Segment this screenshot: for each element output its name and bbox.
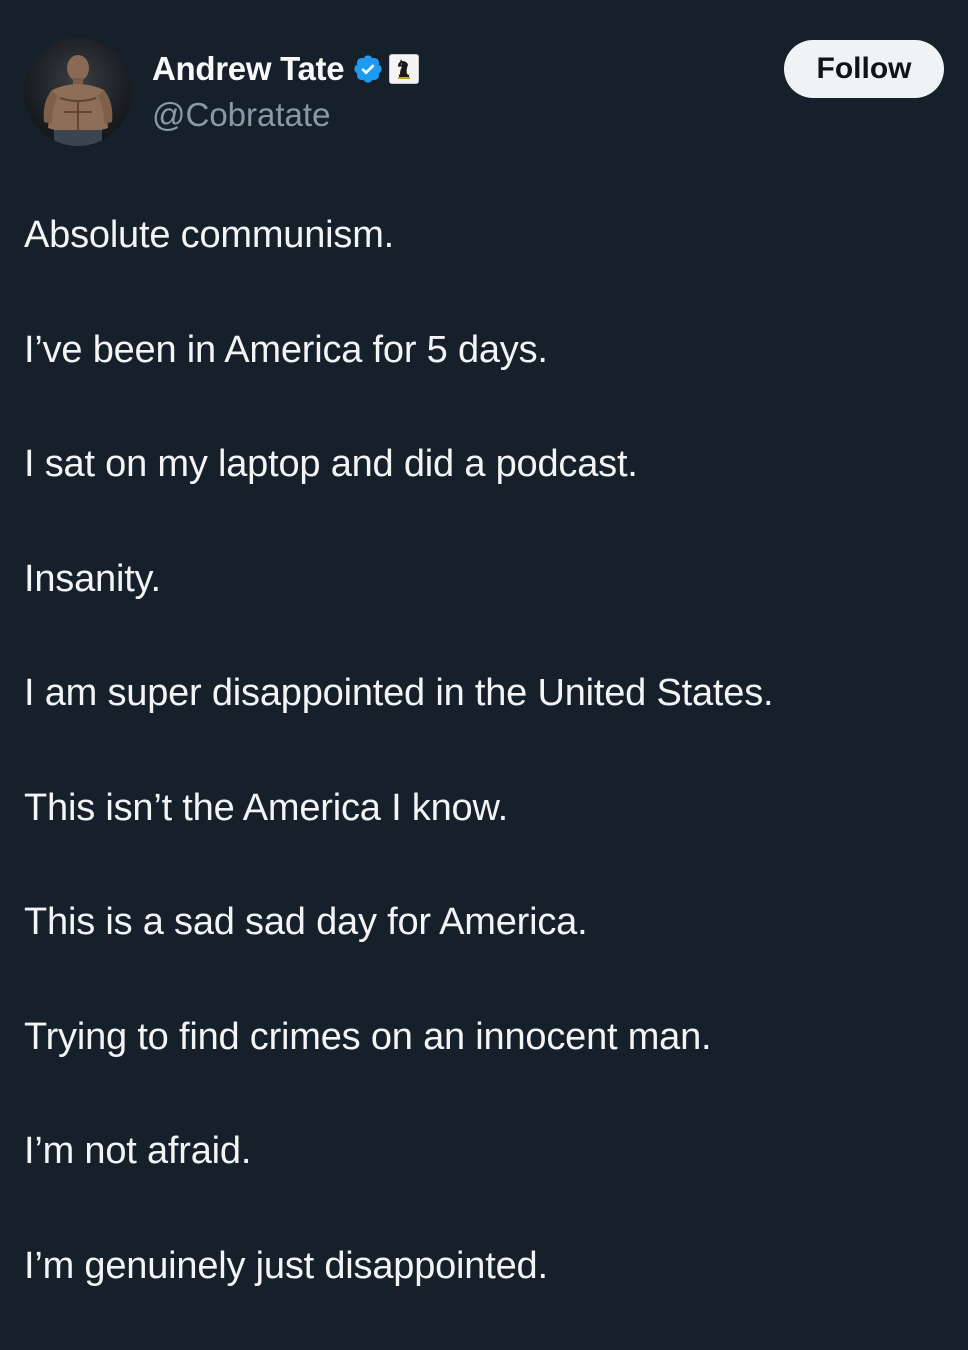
tweet-paragraph: Absolute communism. [24, 214, 395, 256]
tweet-paragraph: I’m genuinely just disappointed. [24, 1244, 548, 1287]
chess-knight-badge-icon[interactable] [389, 54, 420, 84]
tweet-paragraph: I am super disappointed in the United St… [24, 672, 774, 714]
tweet-header: Andrew Tate @Cobratate Follow [24, 38, 944, 148]
display-name[interactable]: Andrew Tate [152, 50, 345, 88]
tweet-paragraph: I’m not afraid. [24, 1130, 252, 1172]
author-handle[interactable]: @Cobratate [152, 96, 419, 134]
tweet-paragraph: This isn’t the America I know. [24, 786, 508, 829]
author-info: Andrew Tate @Cobratate [152, 48, 420, 134]
tweet-card: Andrew Tate @Cobratate Follow Absolute c… [0, 0, 968, 1325]
name-row: Andrew Tate [152, 48, 420, 90]
avatar[interactable] [24, 38, 132, 146]
tweet-paragraph: Trying to find crimes on an innocent man… [24, 1015, 712, 1058]
tweet-paragraph: This is a sad sad day for America. [24, 901, 588, 943]
tweet-paragraph: Insanity. [24, 557, 161, 600]
follow-button[interactable]: Follow [784, 40, 944, 98]
tweet-paragraph: I sat on my laptop and did a podcast. [24, 443, 638, 485]
tweet-text: Absolute communism. I’ve been in America… [24, 205, 944, 1350]
verified-badge-icon [352, 53, 384, 85]
tweet-paragraph: I’ve been in America for 5 days. [24, 328, 548, 371]
